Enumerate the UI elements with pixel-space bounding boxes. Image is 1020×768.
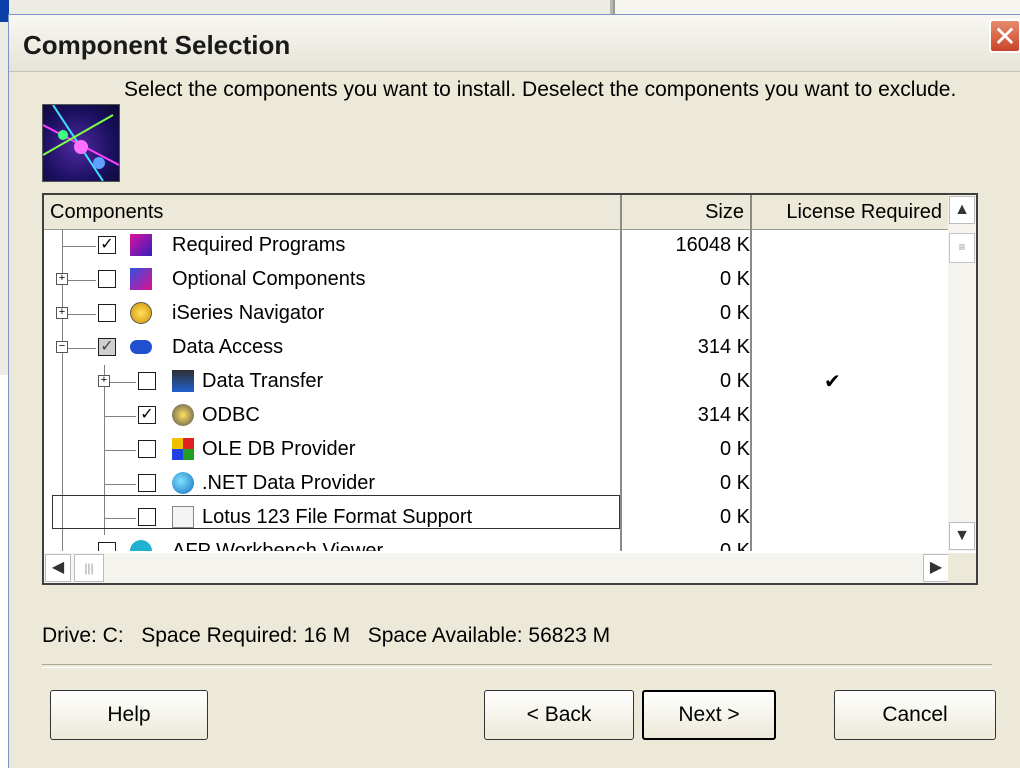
component-label: Data Access <box>172 336 284 358</box>
window-title: Component Selection <box>23 30 291 60</box>
cancel-button[interactable]: Cancel <box>834 690 996 740</box>
optional-components-icon <box>130 268 152 290</box>
component-size: 314 K <box>697 336 750 358</box>
component-label: iSeries Navigator <box>172 302 325 324</box>
scroll-right-button[interactable]: ▶ <box>923 554 949 582</box>
drive-label: Drive: C: <box>42 624 124 647</box>
list-item[interactable]: − ✓ Data Access 314 K <box>44 331 950 365</box>
component-checkbox[interactable] <box>98 542 116 551</box>
horizontal-scrollbar[interactable]: ◀ ||| ▶ <box>44 553 950 583</box>
list-item[interactable]: ✓ ODBC 314 K <box>44 399 950 433</box>
component-checkbox[interactable]: ✓ <box>98 236 116 254</box>
component-size: 0 K <box>719 438 750 460</box>
components-tree-list[interactable]: Components Size License Required ✓ Requi… <box>42 193 978 585</box>
component-label: ODBC <box>202 404 260 426</box>
title-bar: Component Selection ✕ <box>9 15 1020 72</box>
navigator-icon <box>130 302 152 324</box>
data-access-icon <box>130 340 152 354</box>
scroll-down-button[interactable]: ▼ <box>949 522 975 550</box>
space-available: Space Available: 56823 M <box>367 624 611 647</box>
odbc-icon <box>172 404 194 426</box>
component-size: 0 K <box>719 268 750 290</box>
horizontal-scroll-thumb[interactable]: ||| <box>74 554 104 582</box>
component-checkbox[interactable] <box>138 440 156 458</box>
component-size: 0 K <box>719 302 750 324</box>
instructions-text: Select the components you want to instal… <box>124 78 957 101</box>
data-transfer-icon <box>172 370 194 392</box>
list-item[interactable]: + Optional Components 0 K <box>44 263 950 297</box>
tree-line <box>104 450 136 451</box>
license-required-check: ✔ <box>824 371 841 393</box>
component-checkbox[interactable] <box>138 474 156 492</box>
separator <box>42 664 992 668</box>
tree-line <box>110 382 136 383</box>
vertical-scroll-thumb[interactable]: ≡ <box>949 233 975 263</box>
component-size: 314 K <box>697 404 750 426</box>
component-size: 0 K <box>719 506 750 528</box>
scroll-left-button[interactable]: ◀ <box>45 554 71 582</box>
component-label: Optional Components <box>172 268 366 290</box>
next-button[interactable]: Next > <box>642 690 776 740</box>
component-checkbox[interactable] <box>98 304 116 322</box>
component-checkbox[interactable]: ✓ <box>138 406 156 424</box>
expand-toggle[interactable]: + <box>98 375 110 387</box>
tree-line <box>68 280 96 281</box>
column-header-license[interactable]: License Required <box>752 195 950 229</box>
vertical-scrollbar[interactable]: ▲ ≡ ▼ <box>948 195 976 551</box>
list-header: Components Size License Required <box>44 195 950 230</box>
collapse-toggle[interactable]: − <box>56 341 68 353</box>
space-required: Space Required: 16 M <box>141 624 351 647</box>
afp-icon <box>130 540 152 551</box>
list-item[interactable]: AFP Workbench Viewer 0 K <box>44 535 950 551</box>
tree-line <box>104 416 136 417</box>
list-item[interactable]: OLE DB Provider 0 K <box>44 433 950 467</box>
expand-toggle[interactable]: + <box>56 307 68 319</box>
column-header-components[interactable]: Components <box>44 195 622 229</box>
programs-icon <box>130 234 152 256</box>
component-size: 0 K <box>719 472 750 494</box>
component-label: Data Transfer <box>202 370 324 392</box>
back-button[interactable]: < Back <box>484 690 634 740</box>
focus-rectangle <box>52 495 620 529</box>
tree-line <box>104 484 136 485</box>
component-size: 0 K <box>719 540 750 551</box>
component-checkbox[interactable] <box>98 270 116 288</box>
list-item[interactable]: + Data Transfer 0 K ✔ <box>44 365 950 399</box>
help-button[interactable]: Help <box>50 690 208 740</box>
component-size: 16048 K <box>675 234 750 256</box>
tree-line <box>62 246 96 247</box>
scroll-up-button[interactable]: ▲ <box>949 196 975 224</box>
close-button[interactable]: ✕ <box>989 19 1020 53</box>
component-size: 0 K <box>719 370 750 392</box>
component-label: AFP Workbench Viewer <box>172 540 384 551</box>
tree-line <box>68 314 96 315</box>
component-label: .NET Data Provider <box>202 472 376 494</box>
component-checkbox[interactable] <box>138 372 156 390</box>
component-label: OLE DB Provider <box>202 438 356 460</box>
scrollbar-corner <box>948 553 976 583</box>
dotnet-icon <box>172 472 194 494</box>
disk-space-status: Drive: C: Space Required: 16 M Space Ava… <box>42 624 610 648</box>
ole-db-icon <box>172 438 194 460</box>
expand-toggle[interactable]: + <box>56 273 68 285</box>
background-window-right <box>613 0 1020 15</box>
list-item[interactable]: ✓ Required Programs 16048 K <box>44 229 950 263</box>
tree-line <box>68 348 96 349</box>
component-label: Required Programs <box>172 234 346 256</box>
list-item[interactable]: + iSeries Navigator 0 K <box>44 297 950 331</box>
component-checkbox[interactable]: ✓ <box>98 338 116 356</box>
column-header-size[interactable]: Size <box>622 195 752 229</box>
setup-app-icon <box>42 104 120 182</box>
